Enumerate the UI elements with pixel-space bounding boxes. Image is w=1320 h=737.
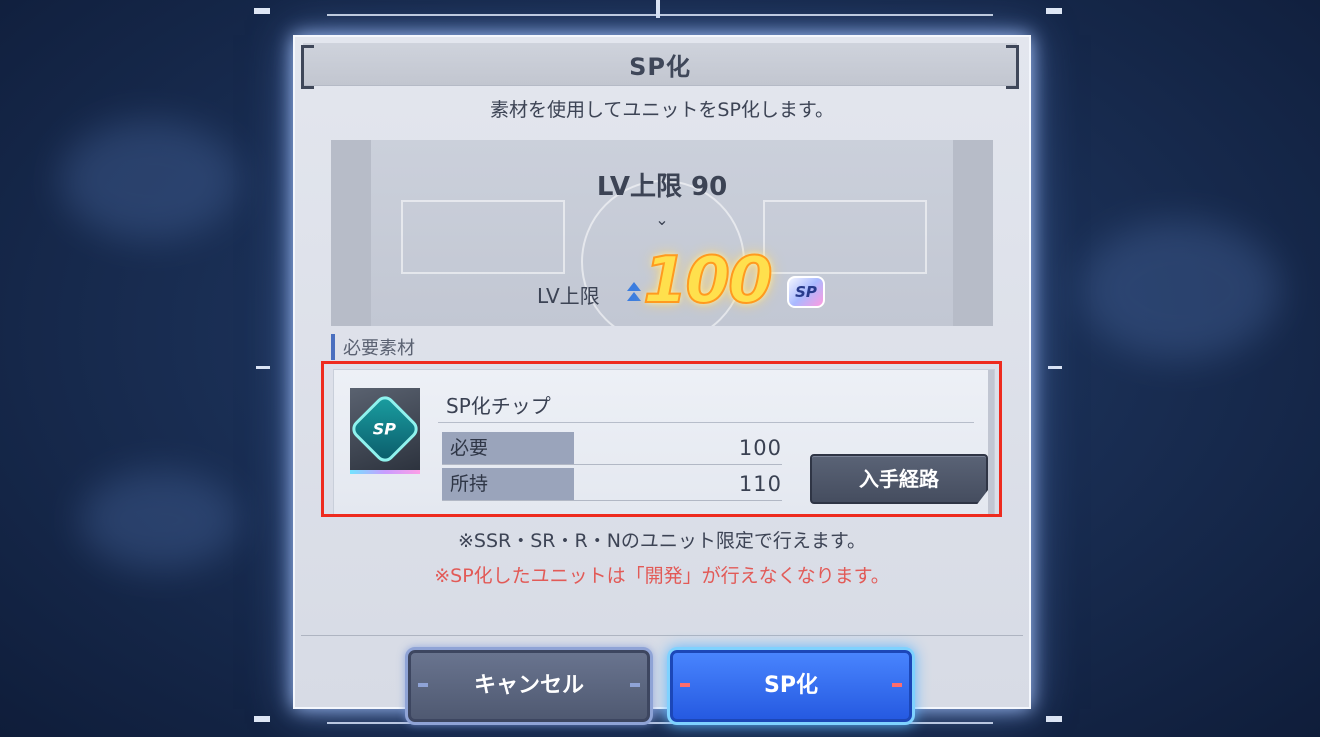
cancel-button-label: キャンセル <box>473 673 584 698</box>
frame-corner-mark <box>1046 716 1062 722</box>
chevron-down-icon: ⌄ <box>655 210 669 229</box>
eligibility-note: ※SSR・SR・R・Nのユニット限定で行えます。 <box>457 530 867 552</box>
frame-corner-mark <box>254 716 270 722</box>
level-limit-panel: LV上限 90 ⌄ LV上限 100 SP <box>331 140 993 326</box>
warning-note: ※SP化したユニットは「開発」が行えなくなります。 <box>434 565 890 587</box>
dialog-title-bar: SP化 <box>301 43 1019 89</box>
background-decoration <box>60 120 240 240</box>
required-materials-label: 必要素材 <box>331 334 415 360</box>
button-decoration <box>630 683 640 687</box>
level-limit-after-label: LV上限 <box>537 284 600 308</box>
title-bracket-left <box>301 45 314 89</box>
dialog-description: 素材を使用してユニットをSP化します。 <box>489 99 835 121</box>
title-bracket-right <box>1006 45 1019 89</box>
background-decoration <box>80 470 240 570</box>
level-limit-after-value: 100 <box>642 243 774 319</box>
frame-corner-mark <box>1046 8 1062 14</box>
cancel-button[interactable]: キャンセル <box>405 647 653 725</box>
sp-convert-button[interactable]: SP化 <box>667 647 915 725</box>
dialog-title: SP化 <box>629 52 691 81</box>
highlight-box <box>321 361 1002 517</box>
level-limit-before: LV上限 90 <box>596 172 728 202</box>
button-decoration <box>418 683 428 687</box>
frame-center-tick <box>656 0 660 18</box>
frame-side-tick <box>1048 366 1062 369</box>
level-up-arrow-icon <box>627 282 641 301</box>
button-decoration <box>680 683 690 687</box>
frame-corner-mark <box>254 8 270 14</box>
frame-side-tick <box>256 366 270 369</box>
footer-divider <box>301 635 1023 636</box>
sp-badge-icon: SP <box>787 276 825 308</box>
sp-convert-button-label: SP化 <box>764 673 818 698</box>
background-decoration <box>1080 220 1280 360</box>
frame-line-top <box>327 14 993 16</box>
button-decoration <box>892 683 902 687</box>
